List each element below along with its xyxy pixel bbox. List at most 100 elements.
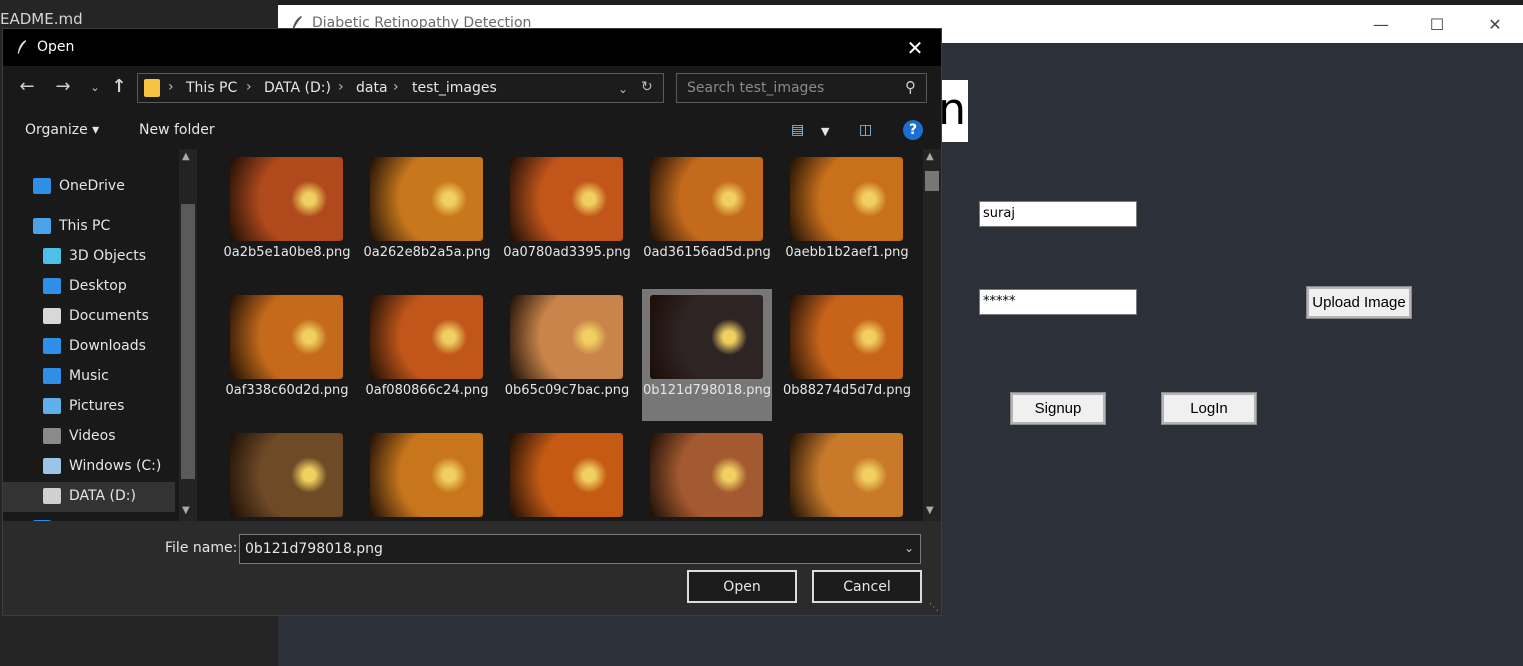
view-options-icon[interactable]: ▤ xyxy=(791,122,804,138)
videos-icon xyxy=(43,428,61,444)
folder-icon xyxy=(144,79,160,97)
open-button[interactable]: Open xyxy=(687,570,797,603)
file-name-input[interactable]: 0b121d798018.png ⌄ xyxy=(239,534,921,564)
file-item[interactable] xyxy=(222,427,352,521)
dialog-titlebar: Open ✕ xyxy=(3,29,941,66)
search-input[interactable]: Search test_images ⚲ xyxy=(676,73,927,103)
file-item[interactable]: 0b65c09c7bac.png xyxy=(502,289,632,421)
file-name: 0b65c09c7bac.png xyxy=(504,383,630,398)
cancel-button[interactable]: Cancel xyxy=(812,570,922,603)
retina-thumbnail xyxy=(510,157,623,241)
view-chevron-down-icon[interactable]: ▼ xyxy=(821,125,829,138)
retina-thumbnail xyxy=(790,295,903,379)
breadcrumb-test-images[interactable]: test_images xyxy=(412,80,497,96)
breadcrumb-data[interactable]: data xyxy=(356,80,388,96)
search-placeholder: Search test_images xyxy=(687,80,825,96)
feather-icon xyxy=(17,40,27,54)
retina-thumbnail xyxy=(650,295,763,379)
editor-tab-readme[interactable]: EADME.md xyxy=(0,10,83,28)
file-item[interactable]: 0b121d798018.png xyxy=(642,289,772,421)
nav-item-cube[interactable]: 3D Objects xyxy=(3,242,175,272)
resize-grip-icon[interactable]: ⋱ xyxy=(929,602,939,613)
file-item[interactable]: 0aebb1b2aef1.png xyxy=(782,151,912,283)
signup-button[interactable]: Signup xyxy=(1010,392,1106,425)
nav-item-music[interactable]: Music xyxy=(3,362,175,392)
nav-item-videos[interactable]: Videos xyxy=(3,422,175,452)
navigation-pane: OneDrive This PC 3D Objects Desktop Document… xyxy=(3,149,198,521)
help-icon[interactable]: ? xyxy=(903,120,923,140)
scroll-up-arrow-icon[interactable]: ▲ xyxy=(926,151,934,162)
music-icon xyxy=(43,368,61,384)
nav-item-pictures[interactable]: Pictures xyxy=(3,392,175,422)
command-bar: Organize ▾ New folder ▤ ▼ ◫ ? xyxy=(3,112,941,148)
nav-scrollbar[interactable]: ▲ ▼ xyxy=(179,149,197,521)
retina-thumbnail xyxy=(790,157,903,241)
username-field[interactable]: suraj xyxy=(979,201,1137,227)
nav-item-computer[interactable]: This PC xyxy=(3,212,175,242)
upload-image-button[interactable]: Upload Image xyxy=(1306,286,1412,319)
nav-item-drive-d[interactable]: DATA (D:) xyxy=(3,482,175,512)
nav-item-document[interactable]: Documents xyxy=(3,302,175,332)
file-name-value: 0b121d798018.png xyxy=(245,541,383,557)
breadcrumb-data-drive[interactable]: DATA (D:) xyxy=(264,80,331,96)
nav-item-label: Desktop xyxy=(69,278,127,294)
minimize-button[interactable]: — xyxy=(1353,5,1409,43)
breadcrumb-this-pc[interactable]: This PC xyxy=(186,80,237,96)
close-button[interactable]: ✕ xyxy=(1467,5,1523,43)
chevron-right-icon: › xyxy=(393,79,399,95)
scroll-up-arrow-icon[interactable]: ▲ xyxy=(182,151,190,162)
file-item[interactable]: 0af338c60d2d.png xyxy=(222,289,352,421)
forward-arrow-icon[interactable]: → xyxy=(51,76,75,97)
chevron-down-icon[interactable]: ⌄ xyxy=(904,541,914,555)
chevron-down-icon[interactable]: ⌄ xyxy=(618,82,628,96)
login-button[interactable]: LogIn xyxy=(1161,392,1257,425)
nav-scrollbar-thumb[interactable] xyxy=(181,204,195,479)
file-item[interactable]: 0b88274d5d7d.png xyxy=(782,289,912,421)
scroll-down-arrow-icon[interactable]: ▼ xyxy=(926,505,934,516)
nav-item-label: OneDrive xyxy=(59,178,125,194)
file-name: 0aebb1b2aef1.png xyxy=(785,245,909,260)
file-item[interactable]: 0a0780ad3395.png xyxy=(502,151,632,283)
file-item[interactable]: 0a262e8b2a5a.png xyxy=(362,151,492,283)
new-folder-button[interactable]: New folder xyxy=(139,122,215,138)
file-item[interactable]: 0a2b5e1a0be8.png xyxy=(222,151,352,283)
download-icon xyxy=(43,338,61,354)
organize-button[interactable]: Organize ▾ xyxy=(25,122,99,138)
cloud-icon xyxy=(33,178,51,194)
nav-item-cloud[interactable]: OneDrive xyxy=(3,172,175,202)
file-item[interactable]: 0af080866c24.png xyxy=(362,289,492,421)
nav-item-download[interactable]: Downloads xyxy=(3,332,175,362)
file-name: 0a262e8b2a5a.png xyxy=(363,245,491,260)
file-item[interactable] xyxy=(502,427,632,521)
nav-item-label: Pictures xyxy=(69,398,125,414)
breadcrumb[interactable]: › This PC › DATA (D:) › data › test_imag… xyxy=(137,73,664,103)
refresh-icon[interactable]: ↻ xyxy=(641,79,653,95)
nav-item-drive-c[interactable]: Windows (C:) xyxy=(3,452,175,482)
preview-pane-icon[interactable]: ◫ xyxy=(859,122,872,138)
nav-item-label: Documents xyxy=(69,308,149,324)
cube-icon xyxy=(43,248,61,264)
file-name-label: File name: xyxy=(165,540,238,556)
address-bar-row: ← → ⌄ ↑ › This PC › DATA (D:) › data › t… xyxy=(3,66,941,112)
file-name: 0b88274d5d7d.png xyxy=(782,383,912,398)
nav-item-desktop[interactable]: Desktop xyxy=(3,272,175,302)
nav-item-network[interactable]: Network xyxy=(3,514,175,521)
maximize-button[interactable]: ☐ xyxy=(1409,5,1465,43)
up-arrow-icon[interactable]: ↑ xyxy=(107,76,131,97)
page-heading: n xyxy=(942,80,968,142)
file-name: 0af080866c24.png xyxy=(365,383,489,398)
drive-d-icon xyxy=(43,488,61,504)
dialog-title: Open xyxy=(37,39,75,55)
file-item[interactable]: 0ad36156ad5d.png xyxy=(642,151,772,283)
recent-chevron-icon[interactable]: ⌄ xyxy=(83,81,107,94)
file-grid-scrollbar-thumb[interactable] xyxy=(925,171,939,191)
file-item[interactable] xyxy=(782,427,912,521)
file-grid-scrollbar[interactable]: ▲ ▼ xyxy=(923,149,941,521)
scroll-down-arrow-icon[interactable]: ▼ xyxy=(182,505,190,516)
dialog-close-button[interactable]: ✕ xyxy=(895,29,935,66)
back-arrow-icon[interactable]: ← xyxy=(15,76,39,97)
password-field[interactable]: ***** xyxy=(979,289,1137,315)
file-item[interactable] xyxy=(362,427,492,521)
file-item[interactable] xyxy=(642,427,772,521)
computer-icon xyxy=(33,218,51,234)
